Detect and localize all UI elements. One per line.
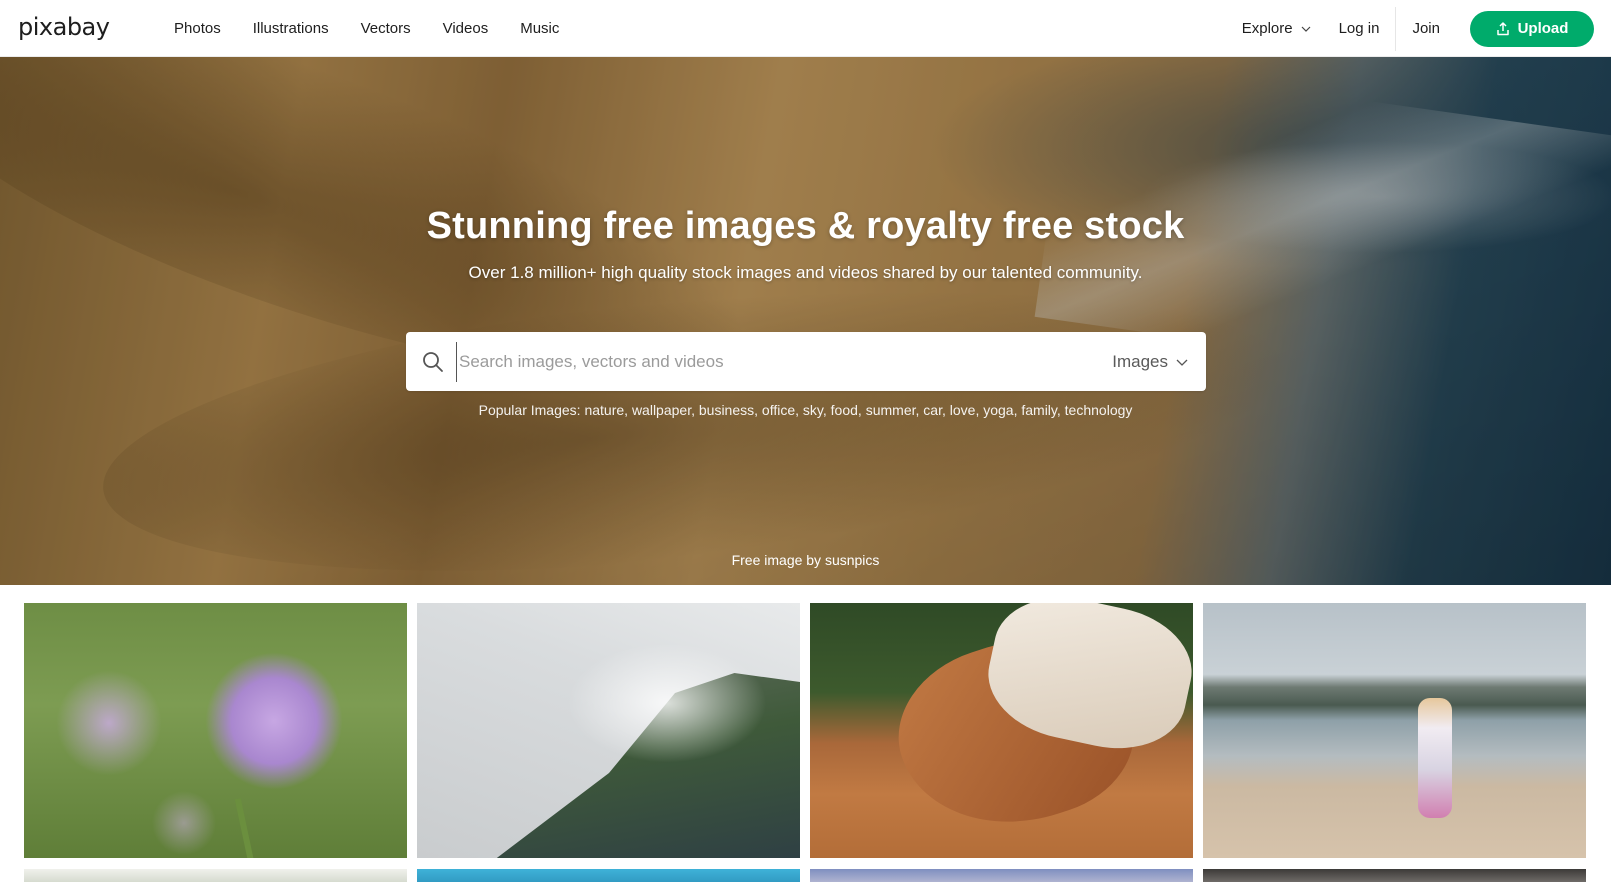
- gallery-image[interactable]: [1203, 869, 1586, 882]
- gallery-image[interactable]: [810, 869, 1193, 882]
- hero-title: Stunning free images & royalty free stoc…: [426, 205, 1185, 247]
- top-navigation-bar: pixabay Photos Illustrations Vectors Vid…: [0, 0, 1611, 57]
- popular-tags: Popular Images: nature, wallpaper, busin…: [478, 402, 1133, 418]
- upload-button[interactable]: Upload: [1470, 10, 1594, 47]
- gallery-row: [24, 869, 1586, 882]
- pixabay-logo[interactable]: pixabay: [18, 12, 110, 42]
- popular-tag[interactable]: technology: [1065, 402, 1133, 418]
- search-type-select[interactable]: Images: [1100, 352, 1206, 372]
- nav-videos[interactable]: Videos: [427, 0, 505, 57]
- popular-tag[interactable]: business: [699, 402, 754, 418]
- nav-photos[interactable]: Photos: [158, 0, 237, 57]
- gallery-image-beach-child[interactable]: [1203, 603, 1586, 858]
- header-actions: Explore Log in Join Upload: [1230, 0, 1594, 57]
- gallery-image-flower[interactable]: [24, 603, 407, 858]
- chevron-down-icon: [1176, 359, 1188, 366]
- gallery-image-mountain[interactable]: [417, 603, 800, 858]
- popular-tag[interactable]: nature: [584, 402, 624, 418]
- popular-tag[interactable]: summer: [866, 402, 916, 418]
- upload-label: Upload: [1517, 20, 1569, 37]
- gallery-image-horse[interactable]: [810, 603, 1193, 858]
- image-detail: [1418, 698, 1452, 818]
- image-credit[interactable]: Free image by susnpics: [0, 552, 1611, 568]
- hero-banner: Stunning free images & royalty free stoc…: [0, 57, 1611, 585]
- gallery-image[interactable]: [24, 869, 407, 882]
- main-nav: Photos Illustrations Vectors Videos Musi…: [158, 0, 575, 57]
- nav-music[interactable]: Music: [504, 0, 575, 57]
- hero-overlay: [0, 57, 1611, 585]
- image-detail: [567, 643, 767, 763]
- popular-tag[interactable]: yoga: [983, 402, 1013, 418]
- explore-label: Explore: [1241, 20, 1293, 37]
- popular-label: Popular Images:: [478, 402, 581, 418]
- search-bar: Images: [406, 332, 1206, 391]
- login-link[interactable]: Log in: [1323, 7, 1396, 51]
- image-gallery: [24, 603, 1587, 858]
- popular-tag[interactable]: wallpaper: [632, 402, 691, 418]
- chevron-down-icon: [1301, 26, 1311, 32]
- popular-tag[interactable]: car: [923, 402, 942, 418]
- gallery-row: [24, 603, 1587, 858]
- search-icon[interactable]: [422, 351, 444, 373]
- nav-vectors[interactable]: Vectors: [345, 0, 427, 57]
- gallery-image[interactable]: [417, 869, 800, 882]
- hero-subtitle: Over 1.8 million+ high quality stock ima…: [468, 263, 1143, 282]
- image-detail: [234, 798, 256, 858]
- search-input[interactable]: [456, 341, 1101, 382]
- popular-tag[interactable]: office: [762, 402, 795, 418]
- upload-icon: [1496, 21, 1509, 35]
- explore-menu-button[interactable]: Explore: [1230, 20, 1323, 37]
- popular-tag[interactable]: family: [1021, 402, 1057, 418]
- nav-illustrations[interactable]: Illustrations: [237, 0, 345, 57]
- search-type-label: Images: [1112, 351, 1168, 371]
- join-link[interactable]: Join: [1396, 7, 1456, 51]
- popular-tag[interactable]: sky: [803, 402, 823, 418]
- popular-tag[interactable]: food: [831, 402, 858, 418]
- popular-tag[interactable]: love: [950, 402, 976, 418]
- logo-text[interactable]: pixabay: [18, 13, 110, 41]
